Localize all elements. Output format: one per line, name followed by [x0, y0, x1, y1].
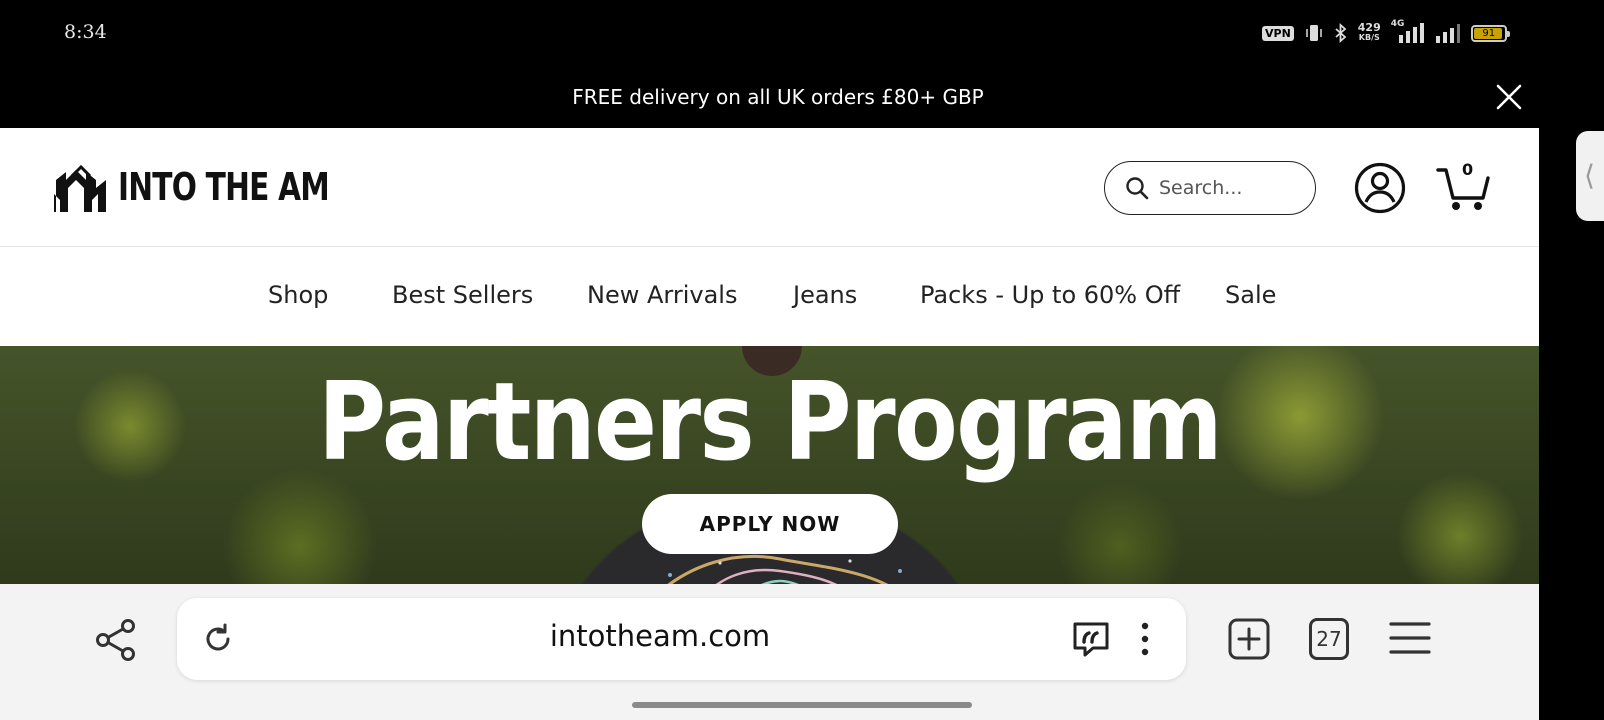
tab-switcher-button[interactable]: 27 — [1309, 618, 1349, 660]
bluetooth-icon — [1335, 23, 1347, 43]
url-text: intotheam.com — [549, 619, 771, 653]
nav-item-shop[interactable]: Shop — [268, 281, 328, 309]
edge-panel-handle[interactable]: ⟨ — [1576, 131, 1604, 221]
hero-banner: Partners Program APPLY NOW — [0, 346, 1539, 584]
logo-text: INTO THE AM — [118, 165, 330, 209]
address-bar[interactable]: intotheam.com — [177, 598, 1186, 680]
battery-icon: 91 — [1470, 24, 1510, 42]
search-icon — [1126, 177, 1149, 200]
close-icon[interactable] — [1494, 82, 1524, 112]
menu-icon[interactable] — [1389, 620, 1431, 656]
search-input[interactable] — [1159, 177, 1309, 199]
vpn-badge: VPN — [1262, 25, 1294, 41]
signal-icon — [1435, 24, 1460, 43]
cart-button[interactable]: 0 — [1436, 158, 1494, 214]
network-speed: 429 KB/S — [1358, 22, 1381, 43]
promo-bar: FREE delivery on all UK orders £80+ GBP — [0, 66, 1539, 128]
apply-now-button[interactable]: APPLY NOW — [642, 494, 898, 554]
site-header: INTO THE AM 0 — [0, 128, 1539, 247]
nav-item-best-sellers[interactable]: Best Sellers — [392, 281, 533, 309]
nav-item-packs[interactable]: Packs - Up to 60% Off — [920, 281, 1180, 309]
chevron-left-icon: ⟨ — [1584, 159, 1595, 192]
logo[interactable]: INTO THE AM — [52, 158, 389, 216]
signal-4g-icon: 4G — [1391, 19, 1425, 45]
search-box[interactable] — [1104, 161, 1316, 215]
network-speed-unit: KB/S — [1358, 33, 1380, 42]
phone-screen: 8:34 VPN 429 KB/S 4G 91 FREE delivery on… — [0, 0, 1604, 720]
home-indicator[interactable] — [632, 702, 972, 708]
status-bar: 8:34 VPN 429 KB/S 4G 91 — [0, 0, 1604, 66]
hero-title: Partners Program — [318, 360, 1223, 485]
battery-level: 91 — [1482, 27, 1496, 39]
status-icons: VPN 429 KB/S 4G 91 — [1262, 19, 1510, 46]
nav-item-jeans[interactable]: Jeans — [793, 281, 857, 309]
promo-text: FREE delivery on all UK orders £80+ GBP — [572, 85, 984, 109]
tab-count: 27 — [1316, 627, 1342, 651]
status-time: 8:34 — [64, 21, 107, 43]
new-tab-icon[interactable] — [1228, 618, 1270, 660]
logo-mark-icon — [54, 164, 106, 212]
nav-item-sale[interactable]: Sale — [1225, 281, 1276, 309]
more-options-icon[interactable] — [1135, 620, 1155, 658]
vibrate-icon — [1306, 25, 1322, 41]
account-icon[interactable] — [1354, 162, 1406, 214]
quote-icon[interactable] — [1071, 620, 1111, 658]
browser-toolbar: intotheam.com 27 — [0, 584, 1539, 693]
nav-item-new-arrivals[interactable]: New Arrivals — [587, 281, 737, 309]
main-nav: Shop Best Sellers New Arrivals Jeans Pac… — [0, 247, 1539, 346]
webpage: FREE delivery on all UK orders £80+ GBP … — [0, 66, 1539, 584]
share-icon[interactable] — [94, 618, 138, 662]
cart-count: 0 — [1462, 160, 1474, 179]
